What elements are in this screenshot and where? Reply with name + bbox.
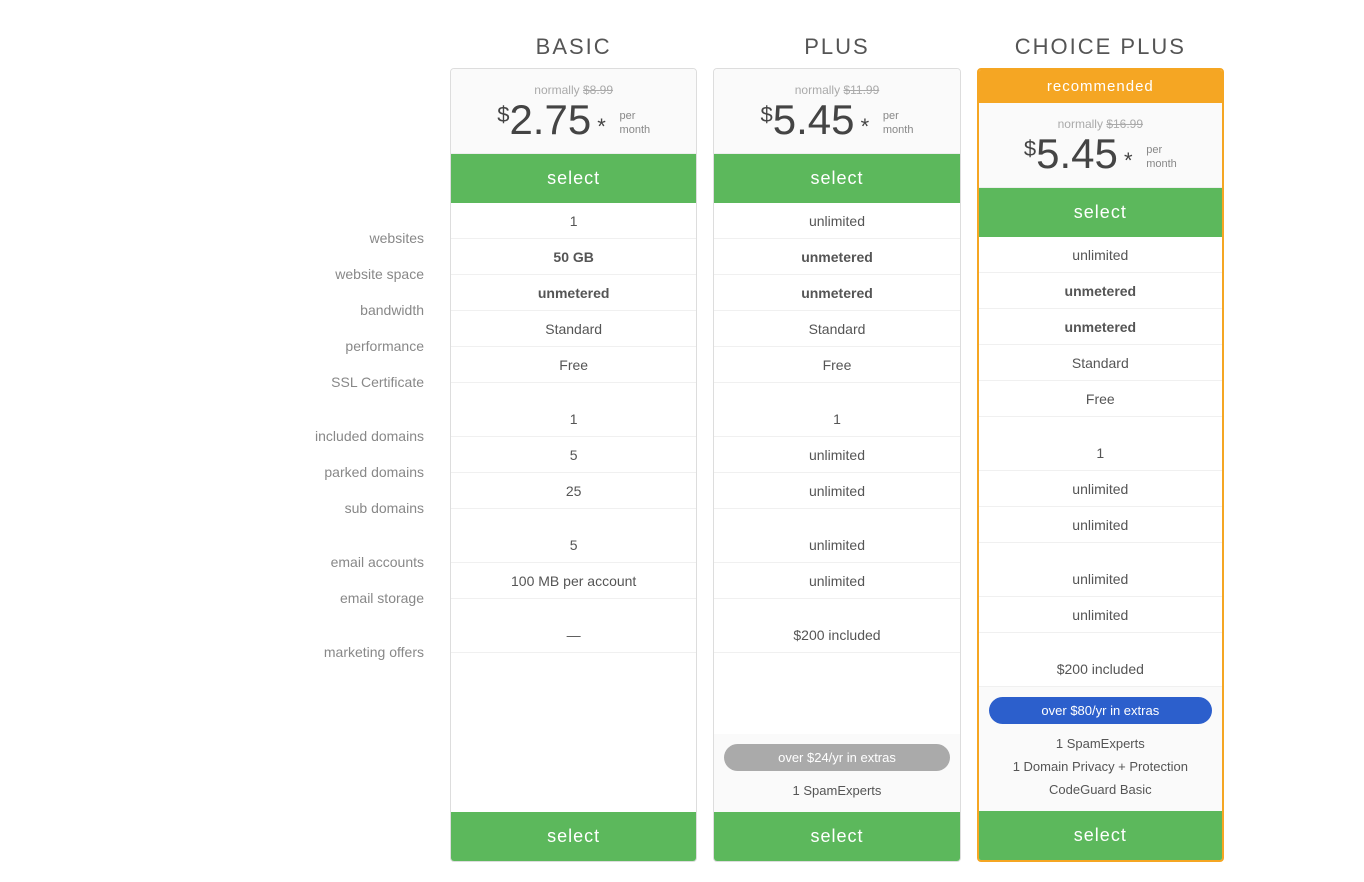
label-performance: performance xyxy=(132,328,442,364)
plus-parked-domains: unlimited xyxy=(714,437,959,473)
label-email-accounts: email accounts xyxy=(132,544,442,580)
recommended-badge: recommended xyxy=(979,70,1222,103)
label-websites: websites xyxy=(132,220,442,256)
plan-choice-plus-features: unlimited unmetered unmetered Standard F… xyxy=(979,237,1222,687)
plan-plus-select-bottom[interactable]: select xyxy=(714,812,959,861)
cp-sub-domains: unlimited xyxy=(979,507,1222,543)
plus-spacer1 xyxy=(714,383,959,401)
basic-parked-domains: 5 xyxy=(451,437,696,473)
plus-performance: Standard xyxy=(714,311,959,347)
label-marketing-offers: marketing offers xyxy=(132,634,442,670)
basic-performance: Standard xyxy=(451,311,696,347)
cp-parked-domains: unlimited xyxy=(979,471,1222,507)
plus-marketing-offers: $200 included xyxy=(714,617,959,653)
basic-included-domains: 1 xyxy=(451,401,696,437)
cp-extra-1: 1 SpamExperts xyxy=(989,732,1212,755)
label-spacer1 xyxy=(132,400,442,418)
basic-spacer3 xyxy=(451,599,696,617)
cp-website-space: unmetered xyxy=(979,273,1222,309)
label-bandwidth: bandwidth xyxy=(132,292,442,328)
feature-group-main: websites website space bandwidth perform… xyxy=(132,220,442,670)
basic-spacer1 xyxy=(451,383,696,401)
plus-sub-domains: unlimited xyxy=(714,473,959,509)
plan-basic-title: BASIC xyxy=(450,20,697,60)
plan-choice-plus-normally: normally $16.99 xyxy=(989,117,1212,131)
basic-ssl: Free xyxy=(451,347,696,383)
plan-plus-title: PLUS xyxy=(713,20,960,60)
plans-container: BASIC normally $8.99 $2.75 * permonth se… xyxy=(442,20,1232,862)
plan-basic-normally: normally $8.99 xyxy=(461,83,686,97)
plan-basic-price: $2.75 * permonth xyxy=(461,97,686,143)
plan-basic-price-area: normally $8.99 $2.75 * permonth xyxy=(451,69,696,154)
cp-spacer3 xyxy=(979,633,1222,651)
plus-ssl: Free xyxy=(714,347,959,383)
plan-basic-features: 1 50 GB unmetered Standard Free 1 5 25 5… xyxy=(451,203,696,812)
label-parked-domains: parked domains xyxy=(132,454,442,490)
plan-plus-select-top[interactable]: select xyxy=(714,154,959,203)
feature-labels-column: websites website space bandwidth perform… xyxy=(132,20,442,670)
plan-basic-select-top[interactable]: select xyxy=(451,154,696,203)
label-ssl: SSL Certificate xyxy=(132,364,442,400)
cp-spacer2 xyxy=(979,543,1222,561)
plan-choice-plus-select-top[interactable]: select xyxy=(979,188,1222,237)
basic-websites: 1 xyxy=(451,203,696,239)
plan-choice-plus-extras: over $80/yr in extras 1 SpamExperts 1 Do… xyxy=(979,687,1222,811)
plus-email-storage: unlimited xyxy=(714,563,959,599)
basic-marketing-offers: — xyxy=(451,617,696,653)
cp-spacer1 xyxy=(979,417,1222,435)
basic-sub-domains: 25 xyxy=(451,473,696,509)
cp-extras-badge: over $80/yr in extras xyxy=(989,697,1212,724)
label-included-domains: included domains xyxy=(132,418,442,454)
cp-extra-3: CodeGuard Basic xyxy=(989,778,1212,801)
plan-plus-price-area: normally $11.99 $5.45 * permonth xyxy=(714,69,959,154)
plus-spacer3 xyxy=(714,599,959,617)
plan-choice-plus-select-bottom[interactable]: select xyxy=(979,811,1222,860)
basic-email-accounts: 5 xyxy=(451,527,696,563)
plus-websites: unlimited xyxy=(714,203,959,239)
plan-choice-plus-title: CHOICE PLUS xyxy=(977,20,1224,60)
pricing-page: websites website space bandwidth perform… xyxy=(132,20,1232,862)
plan-choice-plus: CHOICE PLUS recommended normally $16.99 … xyxy=(977,20,1224,862)
plan-basic-select-bottom[interactable]: select xyxy=(451,812,696,861)
basic-spacer2 xyxy=(451,509,696,527)
plan-plus-price: $5.45 * permonth xyxy=(724,97,949,143)
plan-basic-card: normally $8.99 $2.75 * permonth select 1… xyxy=(450,68,697,862)
plan-choice-plus-price: $5.45 * permonth xyxy=(989,131,1212,177)
plus-extra-1: 1 SpamExperts xyxy=(724,779,949,802)
label-sub-domains: sub domains xyxy=(132,490,442,526)
plan-plus-features: unlimited unmetered unmetered Standard F… xyxy=(714,203,959,734)
cp-included-domains: 1 xyxy=(979,435,1222,471)
label-website-space: website space xyxy=(132,256,442,292)
plan-plus-normally: normally $11.99 xyxy=(724,83,949,97)
plan-choice-plus-card: recommended normally $16.99 $5.45 * perm… xyxy=(977,68,1224,862)
plus-included-domains: 1 xyxy=(714,401,959,437)
label-spacer2 xyxy=(132,526,442,544)
label-email-storage: email storage xyxy=(132,580,442,616)
basic-select-bottom-wrapper: select xyxy=(451,812,696,861)
cp-ssl: Free xyxy=(979,381,1222,417)
plan-plus-card: normally $11.99 $5.45 * permonth select … xyxy=(713,68,960,862)
cp-websites: unlimited xyxy=(979,237,1222,273)
plus-website-space: unmetered xyxy=(714,239,959,275)
cp-performance: Standard xyxy=(979,345,1222,381)
cp-email-accounts: unlimited xyxy=(979,561,1222,597)
plus-spacer2 xyxy=(714,509,959,527)
plan-basic: BASIC normally $8.99 $2.75 * permonth se… xyxy=(450,20,697,862)
plan-plus-extras: over $24/yr in extras 1 SpamExperts xyxy=(714,734,959,812)
basic-email-storage: 100 MB per account xyxy=(451,563,696,599)
basic-bandwidth: unmetered xyxy=(451,275,696,311)
cp-email-storage: unlimited xyxy=(979,597,1222,633)
plus-extras-badge: over $24/yr in extras xyxy=(724,744,949,771)
plus-email-accounts: unlimited xyxy=(714,527,959,563)
plus-bandwidth: unmetered xyxy=(714,275,959,311)
basic-website-space: 50 GB xyxy=(451,239,696,275)
label-spacer3 xyxy=(132,616,442,634)
plan-choice-plus-price-area: normally $16.99 $5.45 * permonth xyxy=(979,103,1222,188)
cp-marketing-offers: $200 included xyxy=(979,651,1222,687)
cp-bandwidth: unmetered xyxy=(979,309,1222,345)
plan-plus: PLUS normally $11.99 $5.45 * permonth se… xyxy=(713,20,960,862)
